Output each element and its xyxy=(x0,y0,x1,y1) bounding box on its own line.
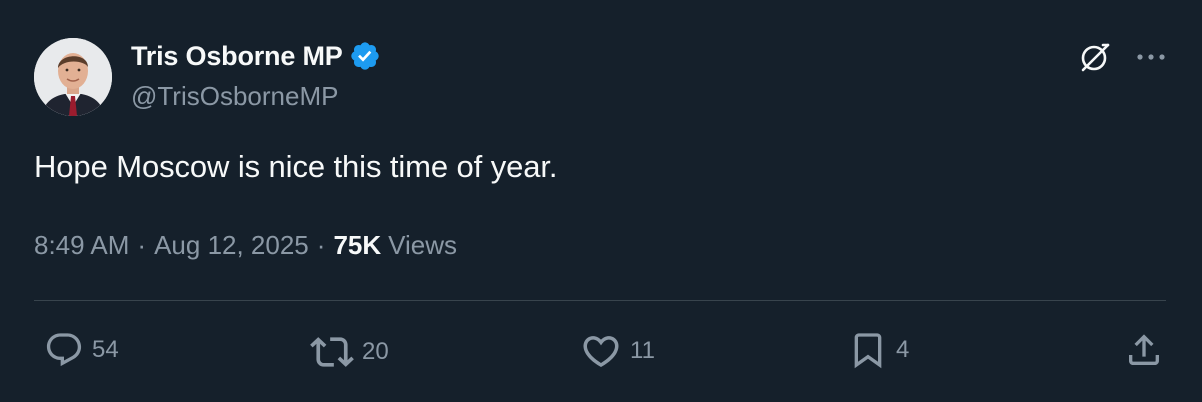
avatar[interactable] xyxy=(34,38,112,116)
avatar-image xyxy=(34,38,112,116)
reply-button[interactable]: 54 xyxy=(44,330,119,370)
bookmark-button[interactable]: 4 xyxy=(848,330,909,370)
like-button[interactable]: 11 xyxy=(580,330,655,372)
reply-count: 54 xyxy=(92,336,119,363)
tweet-time[interactable]: 8:49 AM xyxy=(34,230,129,261)
views-count[interactable]: 75K xyxy=(333,230,381,261)
tweet-text: Hope Moscow is nice this time of year. xyxy=(34,149,558,184)
meta-separator: · xyxy=(316,230,326,260)
grok-icon[interactable] xyxy=(1078,40,1112,74)
author-handle[interactable]: @TrisOsborneMP xyxy=(131,81,338,112)
reply-icon xyxy=(46,333,82,367)
verified-badge-icon[interactable] xyxy=(349,40,381,72)
share-button[interactable] xyxy=(1124,330,1164,370)
views-label: Views xyxy=(388,230,458,260)
author-display-name[interactable]: Tris Osborne MP xyxy=(131,41,343,72)
tweet-card: Tris Osborne MP @TrisOsborneMP Hope Mosc… xyxy=(0,0,1202,402)
like-count: 11 xyxy=(630,337,655,364)
bookmark-count: 4 xyxy=(896,336,910,363)
repost-icon xyxy=(310,337,354,367)
tweet-date[interactable]: Aug 12, 2025 xyxy=(154,230,309,261)
share-icon xyxy=(1129,334,1159,365)
divider xyxy=(34,300,1166,301)
tweet-metadata: 8:49 AM · Aug 12, 2025 · 75K Views xyxy=(34,230,457,261)
tweet-top-actions xyxy=(1078,40,1166,74)
repost-button[interactable]: 20 xyxy=(310,330,389,374)
repost-count: 20 xyxy=(362,338,389,365)
more-icon[interactable] xyxy=(1136,52,1166,62)
tweet-action-bar: 54 20 11 4 xyxy=(34,330,1166,374)
author-name-row: Tris Osborne MP xyxy=(131,40,381,72)
bookmark-icon xyxy=(854,333,882,369)
heart-icon xyxy=(583,336,619,368)
meta-separator: · xyxy=(137,230,147,260)
